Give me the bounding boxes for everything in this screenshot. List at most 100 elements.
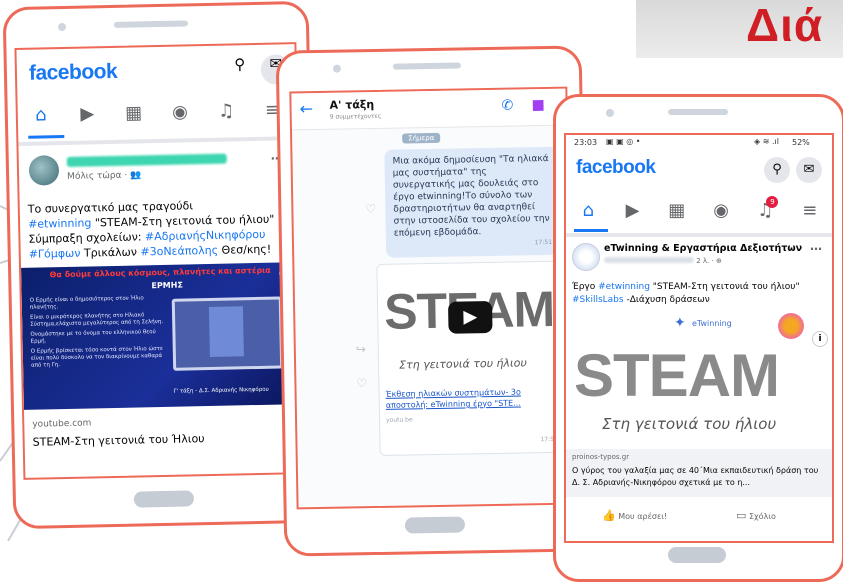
- date-chip: Σήμερα: [402, 132, 441, 144]
- fact-item: Ο Ερμής είναι ο δημοσιότερος στον Ήλιο π…: [29, 295, 144, 311]
- etwinning-logo-icon: ✦: [674, 315, 686, 331]
- video-thumbnail[interactable]: Θα δούμε άλλους κόσμους, πλανήτες και ασ…: [21, 262, 302, 410]
- fact-item: Είναι ο μικρότερος πλανήτης στο Ηλιακό Σ…: [30, 312, 164, 328]
- search-icon[interactable]: ⚲: [764, 157, 790, 183]
- phone-middle-screen: ← Α' τάξη 9 συμμετέχοντες ✆ ■ Σήμερα Μια…: [289, 86, 575, 510]
- play-icon[interactable]: ▶: [448, 300, 493, 334]
- header-banner: Διά: [636, 0, 843, 58]
- profile-icon[interactable]: ◉: [708, 198, 734, 224]
- friends-icon: 👥: [130, 170, 142, 181]
- phone-speaker: [113, 20, 189, 28]
- avatar[interactable]: [28, 155, 60, 186]
- home-button[interactable]: [668, 547, 726, 563]
- phone-right-screen: 23:03 ▣ ▣ ◎ • ◈ ≋ .ıl 52% facebook ⚲ ✉ ⌂…: [564, 133, 834, 543]
- like-label: Μου αρέσει!: [618, 512, 668, 521]
- home-icon[interactable]: ⌂: [28, 102, 55, 129]
- post-meta: 2 λ. · ⊕: [604, 257, 722, 265]
- video-label: ΕΡΜΗΣ: [151, 280, 183, 291]
- fact-item: Ονομάστηκε με το όνομα του ελληνικού θεο…: [30, 329, 156, 345]
- shared-link-domain: youtu.be: [386, 416, 413, 424]
- shared-video-card[interactable]: STEAM ▶ Στη γειτονιά του ήλιου Έκθεση ηλ…: [376, 260, 568, 456]
- phone-camera: [606, 109, 614, 117]
- post-line-text: -Διάχυση δράσεων: [623, 295, 710, 305]
- marketplace-icon[interactable]: ▦: [664, 198, 690, 224]
- like-icon: 👍: [602, 509, 616, 522]
- reaction-icon[interactable]: ♡: [356, 376, 367, 390]
- message-text: Μια ακόμα δημοσίευση "Τα ηλιακά μας συστ…: [392, 153, 550, 239]
- reaction-icon[interactable]: ♡: [365, 202, 376, 216]
- hashtag-link[interactable]: #ΑδριανήςΝικηφόρου: [145, 228, 266, 244]
- phone-speaker: [668, 109, 728, 115]
- signal-icon: ◈ ≋ .ıl: [754, 137, 779, 146]
- back-arrow-icon[interactable]: ←: [299, 99, 313, 118]
- bell-icon[interactable]: ♫: [213, 98, 240, 125]
- page-name[interactable]: eTwinning & Εργαστήρια Δεξιοτήτων: [604, 243, 802, 254]
- active-tab-indicator: [574, 229, 608, 232]
- fact-item: Ο Ερμής βρίσκεται τόσο κοντά στον Ήλιο ώ…: [30, 345, 163, 369]
- phone-middle: ← Α' τάξη 9 συμμετέχοντες ✆ ■ Σήμερα Μια…: [275, 45, 591, 557]
- globe-icon: ⊕: [715, 257, 722, 265]
- hashtag-link[interactable]: #etwinning: [28, 216, 92, 230]
- info-icon[interactable]: i: [812, 331, 828, 347]
- call-icon[interactable]: ✆: [501, 98, 513, 114]
- post-line-text: Θεσ/κης!: [217, 242, 272, 257]
- post-line-text: Σύμπραξη σχολείων:: [28, 230, 146, 246]
- chat-title: Α' τάξη: [329, 97, 375, 112]
- chat-subtitle: 9 συμμετέχοντες: [329, 112, 382, 121]
- post-line-text: Τρικάλων: [80, 245, 141, 260]
- video-fact-list: Ο Ερμής είναι ο δημοσιότερος στον Ήλιο π…: [30, 295, 171, 370]
- home-button[interactable]: [404, 516, 466, 534]
- banner-text: Διά: [746, 0, 824, 51]
- post-text: Το συνεργατικό μας τραγούδι #etwinning "…: [28, 196, 295, 262]
- messenger-icon[interactable]: ✉: [796, 157, 822, 183]
- message-bubble[interactable]: Μια ακόμα δημοσίευση "Τα ηλιακά μας συστ…: [384, 146, 561, 258]
- post-image[interactable]: ✦ eTwinning i STEAM Στη γειτονιά του ήλι…: [566, 313, 832, 447]
- phone-left: facebook ⚲ ✉ ⌂ ▶ ▦ ◉ ♫ ≡ Μόλις τώρα · 👥 …: [2, 0, 320, 530]
- link-preview[interactable]: proinos-typos.gr Ο γύρος του γαλαξία μας…: [566, 449, 832, 497]
- video-heading: Θα δούμε άλλους κόσμους, πλανήτες και ασ…: [49, 265, 271, 280]
- menu-icon[interactable]: ≡: [797, 198, 823, 224]
- hashtag-link[interactable]: #3οΝεάπολης: [140, 244, 218, 259]
- hashtag-link[interactable]: #Γόμφων: [29, 247, 81, 261]
- steam-logo-text: STEAM: [574, 342, 780, 409]
- steam-subtitle: Στη γειτονιά του ήλιου: [602, 415, 777, 433]
- home-button[interactable]: [133, 490, 195, 508]
- laptop-graphic: [171, 296, 284, 371]
- phone-left-screen: facebook ⚲ ✉ ⌂ ▶ ▦ ◉ ♫ ≡ Μόλις τώρα · 👥 …: [14, 42, 306, 480]
- home-icon[interactable]: ⌂: [575, 198, 601, 224]
- like-button[interactable]: 👍 Μου αρέσει!: [602, 509, 667, 522]
- search-icon[interactable]: ⚲: [225, 55, 256, 86]
- post-time: 2 λ. ·: [696, 257, 716, 265]
- video-icon[interactable]: ▶: [619, 198, 645, 224]
- nav-bar: ⌂ ▶ ▦ ◉ ♫ 9 ≡: [566, 193, 832, 229]
- slide-preview: [208, 306, 244, 357]
- bell-icon[interactable]: ♫ 9: [752, 196, 779, 224]
- hashtag-link[interactable]: #etwinning: [598, 282, 650, 292]
- video-call-icon[interactable]: ■: [531, 97, 545, 113]
- page-avatar[interactable]: [572, 243, 600, 271]
- link-title: Ο γύρος του γαλαξία μας σε 40΄Μια εκπαιδ…: [572, 466, 819, 487]
- link-title[interactable]: STEAM-Στη γειτονιά του Ήλιου: [33, 432, 205, 449]
- more-options-icon[interactable]: …: [810, 239, 822, 253]
- hashtag-link[interactable]: #SkillsLabs: [572, 295, 624, 305]
- post-line-text: "STEAM-Στη γειτονιά του ήλιου": [649, 282, 800, 292]
- marketplace-icon[interactable]: ▦: [120, 100, 147, 127]
- active-tab-indicator: [28, 134, 65, 139]
- post-line-text: Έργο: [572, 282, 599, 292]
- facebook-logo: facebook: [576, 157, 656, 178]
- reaction-icon[interactable]: ↪: [356, 342, 366, 356]
- post-time: Μόλις τώρα ·: [67, 170, 131, 182]
- etwinning-label: eTwinning: [692, 319, 732, 328]
- redacted-author-name: [66, 153, 227, 167]
- shared-link-text[interactable]: Έκθεση ηλιακών συστημάτων- 3ο αποστολή: …: [386, 386, 562, 411]
- video-preview: STEAM ▶ Στη γειτονιά του ήλιου: [377, 261, 566, 383]
- profile-icon[interactable]: ◉: [167, 99, 194, 126]
- facebook-logo: facebook: [28, 59, 118, 85]
- phone-camera: [57, 22, 67, 32]
- video-icon[interactable]: ▶: [74, 101, 101, 128]
- video-credit: Γ' τάξη - Δ.Σ. Αδριανής Νικηφόρου: [173, 386, 269, 395]
- phone-speaker: [392, 62, 461, 70]
- post-text: Έργο #etwinning "STEAM-Στη γειτονιά του …: [572, 281, 826, 307]
- comment-button[interactable]: ▭ Σχόλιο: [736, 509, 776, 522]
- post-meta: Μόλις τώρα · 👥: [67, 170, 141, 182]
